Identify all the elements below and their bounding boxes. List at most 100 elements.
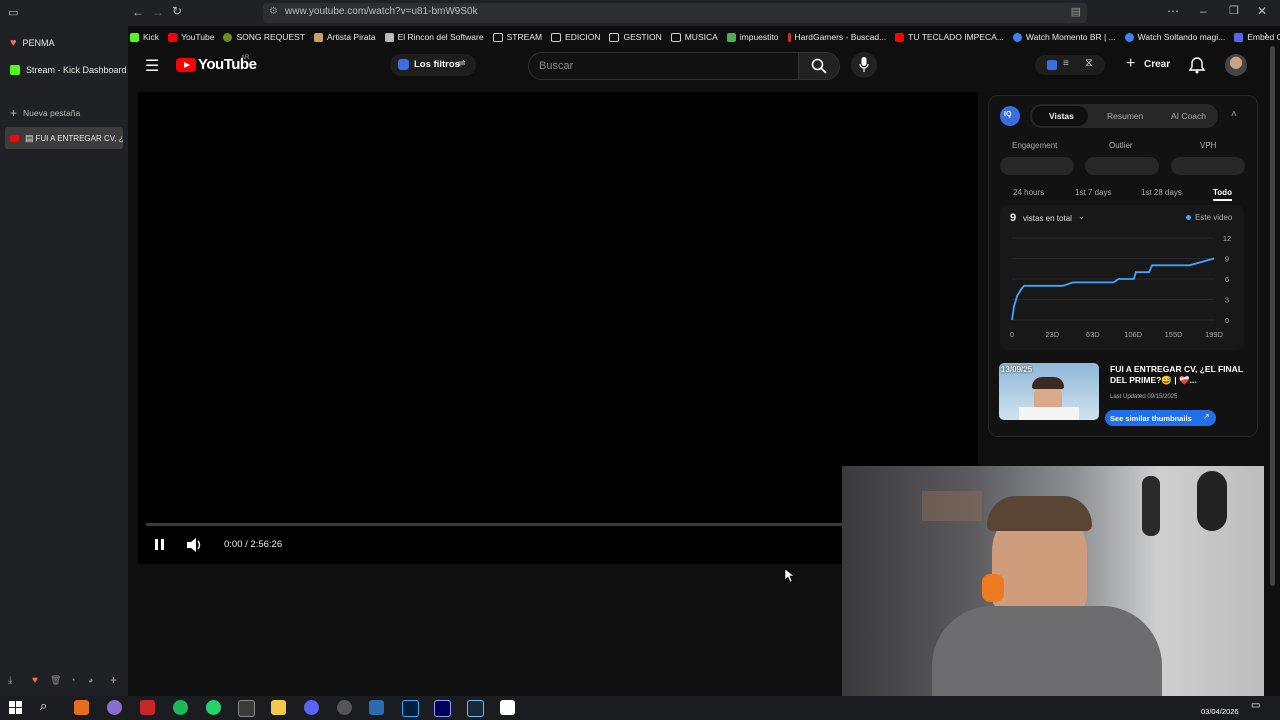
metric-engagement-value — [1000, 157, 1074, 175]
video-thumbnail[interactable]: 13/09/25 — [999, 363, 1099, 420]
ap-icon — [313, 32, 323, 42]
page-scrollbar[interactable] — [1270, 46, 1275, 586]
x-tick-label: 63D — [1086, 330, 1100, 339]
address-bar[interactable]: ⚙ www.youtube.com/watch?v=u81-bmW9S0k ▤ — [263, 3, 1087, 23]
notification-center-icon[interactable]: ▭ — [1251, 700, 1260, 711]
bookmark-kick[interactable]: Kick — [130, 32, 159, 42]
file-explorer-icon[interactable] — [271, 700, 286, 715]
tab-ai-coach[interactable]: AI Coach — [1171, 111, 1206, 121]
sidebar-item-penma[interactable]: ♥ PENMA — [10, 37, 55, 49]
spaces-icon[interactable]: ◔ — [70, 675, 75, 685]
iq-extension-icon[interactable] — [1047, 60, 1057, 70]
bookmark-artista-pirata[interactable]: Artista Pirata — [313, 32, 376, 42]
pause-icon[interactable] — [154, 538, 166, 552]
ab-test-icon[interactable]: ⧖ — [1085, 57, 1093, 70]
youtube-logo-icon[interactable] — [176, 58, 196, 72]
search-input[interactable]: Buscar — [528, 52, 800, 80]
voicemeeter-icon[interactable] — [140, 700, 155, 715]
site-info-icon[interactable]: ⚙ — [269, 6, 278, 17]
video-title[interactable]: FUI A ENTREGAR CV, ¿EL FINAL DEL PRIME?😅… — [1110, 364, 1248, 386]
steam-icon[interactable] — [467, 700, 484, 717]
collapse-icon[interactable]: ˄ — [1231, 109, 1237, 120]
bookmark-impuestito[interactable]: impuestito — [726, 32, 779, 42]
tab-resumen[interactable]: Resumen — [1107, 111, 1143, 121]
windows-taskbar — [0, 696, 1280, 720]
views-count: 9 — [1010, 212, 1017, 224]
filters-label: Los filtros — [414, 59, 460, 70]
add-space-icon[interactable]: + — [110, 673, 117, 687]
bookmark-embed-generator[interactable]: Embed Generator — [1234, 32, 1280, 42]
discord-icon[interactable] — [304, 700, 319, 715]
app-icon-3[interactable] — [369, 700, 384, 715]
song-icon — [223, 32, 233, 42]
see-similar-thumbnails-button[interactable]: See similar thumbnails ↗ — [1105, 410, 1216, 426]
bookmark-folder-edicion[interactable]: EDICION — [551, 32, 600, 42]
maximize-icon[interactable]: ❐ — [1229, 4, 1239, 17]
windows-start-icon[interactable] — [9, 701, 22, 714]
bookmark-label: Watch Soltando magi... — [1137, 32, 1226, 42]
bookmark-label: SONG REQUEST — [236, 32, 305, 42]
spaces-icon-2[interactable]: ◕ — [88, 675, 93, 685]
webcam-overlay — [842, 466, 1264, 704]
forward-icon[interactable]: → — [152, 5, 164, 19]
obs-icon[interactable] — [238, 700, 255, 717]
bookmark-hardgamers[interactable]: HardGamers - Buscad... — [787, 32, 886, 42]
page-icon — [384, 32, 394, 42]
range-todo[interactable]: Todo — [1213, 188, 1232, 197]
avatar[interactable] — [1225, 54, 1247, 76]
range-28d[interactable]: 1st 28 days — [1141, 188, 1182, 197]
reload-icon[interactable]: ↻ — [172, 4, 182, 18]
search-button[interactable] — [798, 52, 840, 80]
download-icon[interactable]: ⤓ — [8, 675, 12, 686]
list-icon[interactable]: ≡ — [1063, 58, 1069, 69]
app-icon-2[interactable] — [337, 700, 352, 715]
youtube-icon — [168, 32, 178, 42]
volume-icon[interactable] — [186, 537, 204, 553]
menu-icon[interactable]: ☰ — [145, 56, 159, 76]
fl-studio-icon[interactable] — [74, 700, 89, 715]
bookmark-youtube[interactable]: YouTube — [168, 32, 214, 42]
bookmarks-overflow-icon[interactable]: › — [1264, 29, 1268, 41]
reader-icon[interactable]: ▤ — [1071, 5, 1081, 18]
y-tick-label: 6 — [1225, 275, 1229, 284]
create-button[interactable]: + Crear — [1120, 54, 1176, 76]
search-icon[interactable]: ⌕ — [40, 698, 47, 714]
sidebar-item-kick-dashboard[interactable]: Stream - Kick Dashboard — [10, 65, 127, 75]
range-7d[interactable]: 1st 7 days — [1075, 188, 1111, 197]
bookmark-soltando[interactable]: Watch Soltando magi... — [1124, 32, 1226, 42]
filters-button[interactable]: Los filtros ⇌ — [390, 54, 476, 76]
bookmark-teclado[interactable]: TU TECLADO IMPECA... — [895, 32, 1004, 42]
more-icon[interactable]: ⋯ — [1167, 4, 1179, 18]
views-line-chart: 12 9 6 3 0 0 23D 63D 106D 155D 199D — [1010, 234, 1231, 339]
bookmark-folder-musica[interactable]: MUSICA — [670, 32, 718, 42]
bookmark-folder-gestion[interactable]: GESTION — [609, 32, 662, 42]
bookmark-rincon-software[interactable]: El Rincon del Software — [384, 32, 484, 42]
back-icon[interactable]: ← — [132, 5, 144, 19]
heart-icon[interactable]: ♥ — [32, 675, 38, 686]
close-icon[interactable]: ✕ — [1257, 4, 1267, 18]
bookmark-label: MUSICA — [684, 32, 718, 42]
legend-dot — [1186, 215, 1191, 220]
app-icon-4[interactable] — [500, 700, 515, 715]
premiere-icon[interactable] — [434, 700, 451, 717]
sidebar-toggle-icon[interactable]: ▭ — [8, 6, 18, 19]
views-label[interactable]: vistas en total — [1023, 214, 1072, 223]
spotify-icon[interactable] — [173, 700, 188, 715]
youtube-icon — [10, 135, 19, 142]
minimize-icon[interactable]: – — [1200, 4, 1207, 18]
bookmark-song-request[interactable]: SONG REQUEST — [223, 32, 305, 42]
whatsapp-icon[interactable] — [206, 700, 221, 715]
voice-search-button[interactable] — [851, 52, 877, 78]
new-tab-button[interactable]: + Nueva pestaña — [10, 106, 80, 120]
bookmark-folder-stream[interactable]: STREAM — [492, 32, 542, 42]
bookmark-momento-br[interactable]: Watch Momento BR | ... — [1012, 32, 1116, 42]
notifications-icon[interactable] — [1189, 57, 1205, 74]
bookmark-label: EDICION — [565, 32, 601, 42]
app-icon[interactable] — [107, 700, 122, 715]
folder-icon — [492, 32, 503, 42]
trash-icon[interactable]: 🗑 — [50, 675, 61, 686]
range-underline — [1213, 199, 1232, 201]
chevron-down-icon[interactable]: ⌄ — [1078, 212, 1085, 221]
photoshop-icon[interactable] — [402, 700, 419, 717]
range-24h[interactable]: 24 hours — [1013, 188, 1044, 197]
